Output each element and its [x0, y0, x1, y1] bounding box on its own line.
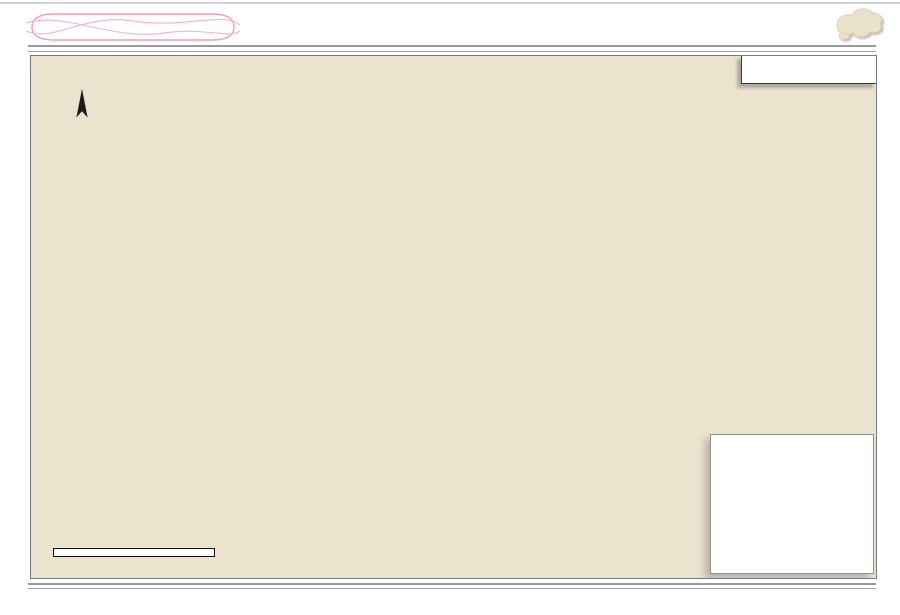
legend-right-column	[791, 446, 869, 454]
page-top-border	[0, 2, 900, 4]
legend	[710, 434, 874, 574]
scalebar	[53, 537, 273, 557]
scale-ticks	[53, 537, 223, 548]
page	[0, 0, 900, 615]
scale-bar	[53, 548, 215, 557]
section-title	[24, 10, 242, 44]
county-silhouette-icon	[830, 5, 886, 47]
section-badge	[24, 10, 242, 44]
legend-body	[719, 446, 869, 454]
map-title-box	[741, 55, 877, 84]
north-arrow	[71, 86, 93, 126]
map-canvas	[30, 55, 877, 579]
north-arrow-icon	[74, 87, 90, 121]
header-divider	[28, 45, 876, 52]
footer-divider	[28, 583, 876, 589]
